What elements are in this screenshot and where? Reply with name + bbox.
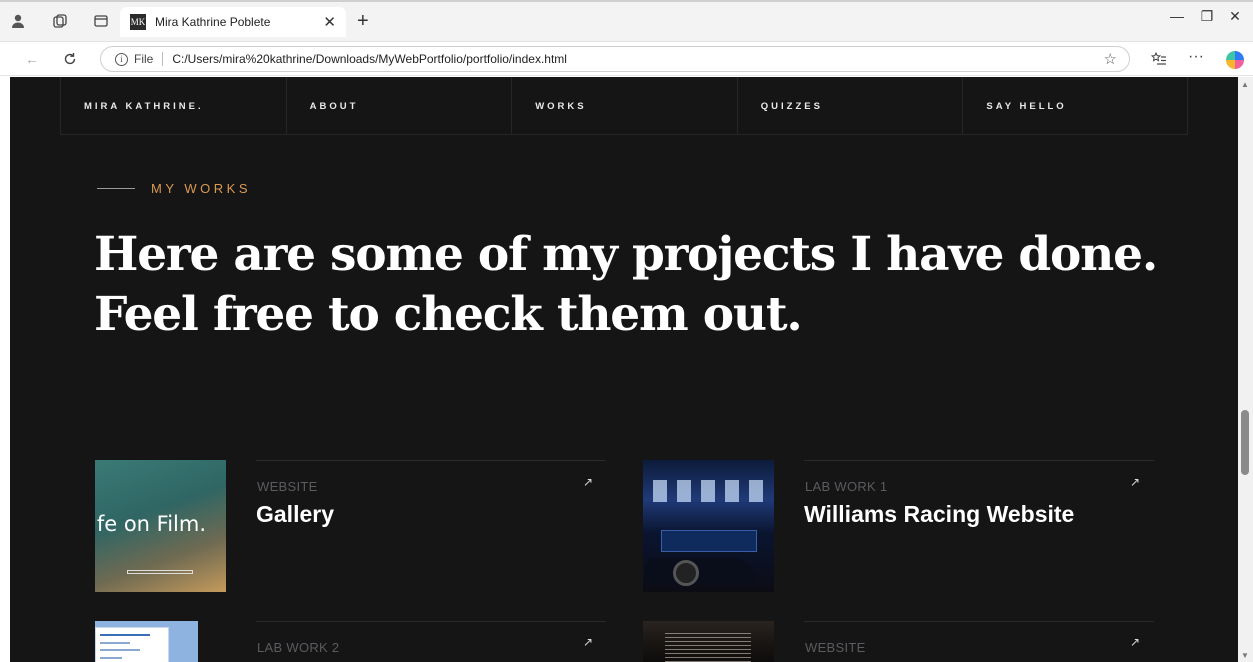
more-icon[interactable]: ···	[1185, 48, 1207, 66]
thumbnail-wheel	[673, 560, 699, 586]
arrow-up-right-icon[interactable]: ↗	[1130, 635, 1140, 649]
eyebrow-text: MY WORKS	[151, 181, 251, 196]
thumbnail-button-shape	[127, 570, 193, 574]
tab-actions-icon[interactable]	[91, 11, 111, 31]
project-category: WEBSITE	[257, 479, 318, 494]
active-tab[interactable]: MK Mira Kathrine Poblete ✕	[120, 7, 346, 37]
page-scrollbar[interactable]: ▲ ▼	[1238, 77, 1253, 662]
project-title[interactable]: Williams Racing Website	[804, 501, 1074, 528]
minimize-icon[interactable]: —	[1162, 8, 1192, 24]
favorites-icon[interactable]	[1148, 50, 1170, 68]
nav-item-about[interactable]: ABOUT	[285, 77, 512, 135]
thumbnail-document	[95, 627, 169, 662]
copilot-icon[interactable]	[1226, 51, 1244, 69]
arrow-up-right-icon[interactable]: ↗	[583, 475, 593, 489]
site-info-icon[interactable]: i	[115, 52, 128, 66]
tab-title: Mira Kathrine Poblete	[155, 15, 271, 29]
nav-item-say-hello[interactable]: SAY HELLO	[962, 77, 1188, 135]
profile-icon[interactable]	[8, 11, 28, 31]
project-category: LAB WORK 2	[257, 640, 340, 655]
portfolio-page: MIRA KATHRINE. ABOUT WORKS QUIZZES SAY H…	[10, 77, 1238, 662]
back-arrow-icon[interactable]: ←	[22, 50, 42, 68]
nav-item-works[interactable]: WORKS	[511, 77, 737, 135]
refresh-icon[interactable]	[60, 50, 80, 68]
address-separator	[162, 52, 164, 66]
thumbnail-car	[645, 558, 755, 584]
card-divider	[804, 621, 1154, 622]
scroll-up-icon[interactable]: ▲	[1241, 80, 1249, 89]
close-tab-icon[interactable]: ✕	[323, 13, 336, 31]
project-category: LAB WORK 1	[805, 479, 888, 494]
thumbnail-lights	[653, 480, 763, 502]
card-divider	[804, 460, 1154, 461]
project-category: WEBSITE	[805, 640, 866, 655]
nav-item-quizzes[interactable]: QUIZZES	[736, 77, 963, 135]
arrow-up-right-icon[interactable]: ↗	[1130, 475, 1140, 489]
arrow-up-right-icon[interactable]: ↗	[583, 635, 593, 649]
project-thumbnail-racing[interactable]	[643, 460, 774, 592]
project-thumbnail-lab2[interactable]	[95, 621, 198, 662]
browser-tab-bar: MK Mira Kathrine Poblete ✕ + — ❐ ✕	[0, 0, 1253, 42]
nav-item-home[interactable]: MIRA KATHRINE.	[60, 77, 286, 135]
scrollbar-thumb[interactable]	[1241, 410, 1249, 475]
section-headline: Here are some of my projects I have done…	[94, 227, 1158, 342]
restore-icon[interactable]: ❐	[1192, 8, 1222, 25]
window-top-border	[0, 0, 1253, 2]
eyebrow-line	[97, 188, 135, 189]
scheme-label: File	[134, 52, 154, 66]
workspaces-icon[interactable]	[50, 11, 70, 31]
url-text: C:/Users/mira%20kathrine/Downloads/MyWeb…	[172, 52, 567, 66]
section-eyebrow: MY WORKS	[97, 181, 251, 196]
card-divider	[256, 621, 606, 622]
project-title[interactable]: Gallery	[256, 501, 334, 528]
close-window-icon[interactable]: ✕	[1220, 8, 1250, 25]
card-divider	[256, 460, 606, 461]
thumbnail-caption: ife on Film.	[95, 512, 207, 536]
project-thumbnail-website[interactable]	[643, 621, 774, 662]
thumbnail-banner	[661, 530, 757, 552]
top-navigation: MIRA KATHRINE. ABOUT WORKS QUIZZES SAY H…	[60, 77, 1188, 135]
thumbnail-text-lines	[665, 633, 751, 662]
star-icon[interactable]: ☆	[1104, 50, 1117, 68]
new-tab-icon[interactable]: +	[357, 10, 369, 33]
project-thumbnail-gallery[interactable]: ife on Film.	[95, 460, 226, 592]
scroll-down-icon[interactable]: ▼	[1241, 651, 1249, 660]
address-bar-row: ← i File C:/Users/mira%20kathrine/Downlo…	[0, 42, 1253, 76]
address-input[interactable]: i File C:/Users/mira%20kathrine/Download…	[100, 46, 1130, 72]
site-favicon: MK	[130, 14, 146, 30]
